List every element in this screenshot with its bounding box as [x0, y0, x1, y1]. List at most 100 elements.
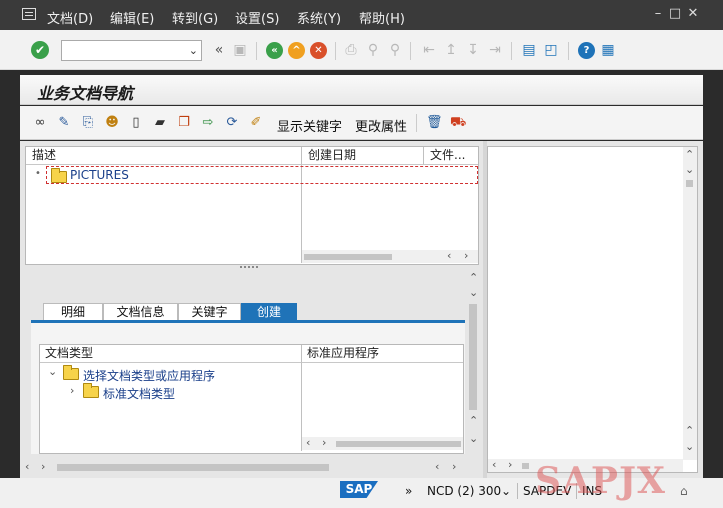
- column-header-document-type[interactable]: 文档类型: [40, 345, 301, 363]
- enter-check-icon[interactable]: ✔: [31, 41, 49, 59]
- scrollbar-thumb[interactable]: [336, 441, 461, 447]
- last-page-icon[interactable]: ⇥: [486, 41, 504, 59]
- menu-bar: 文档(D) 编辑(E) 转到(G) 设置(S) 系统(Y) 帮助(H) – □ …: [0, 0, 723, 30]
- column-header-created-date[interactable]: 创建日期: [301, 147, 423, 165]
- help-icon[interactable]: ?: [578, 42, 595, 59]
- menu-goto[interactable]: 转到(G): [172, 8, 218, 27]
- system-info-dropdown-icon[interactable]: ⌄: [501, 484, 511, 498]
- left-bottom-scrollbar[interactable]: ‹ › ‹ ›: [20, 460, 483, 474]
- scrollbar-thumb[interactable]: [686, 180, 693, 187]
- scroll-left-icon[interactable]: ‹: [492, 459, 496, 471]
- close-button[interactable]: ✕: [686, 7, 700, 21]
- tree-node-standard-doc-type[interactable]: 标准文档类型: [103, 385, 175, 402]
- scroll-right-icon[interactable]: ›: [322, 437, 326, 449]
- copy-icon[interactable]: ❐: [176, 115, 192, 131]
- horizontal-scrollbar[interactable]: ‹ ›: [302, 250, 478, 263]
- scrollbar-thumb[interactable]: [304, 254, 392, 260]
- menu-document[interactable]: 文档(D): [47, 8, 93, 27]
- show-keywords-button[interactable]: 显示关键字: [277, 116, 342, 135]
- splitter-handle[interactable]: [240, 266, 258, 269]
- display-glasses-icon[interactable]: ∞: [32, 115, 48, 131]
- horizontal-scrollbar[interactable]: ‹ ›: [302, 437, 463, 450]
- scroll-up-icon[interactable]: ⌃: [685, 425, 694, 437]
- standard-toolbar: ✔ ⌄ « ▣ « ^ ✕ ⎙ ⚲ ⚲ ⇤ ↥ ↧ ⇥ ▤ ◰ ? ▦: [0, 30, 723, 70]
- scrollbar-thumb[interactable]: [469, 304, 477, 410]
- tab-create[interactable]: 创建: [241, 303, 297, 321]
- tree-node-pictures[interactable]: PICTURES: [70, 168, 129, 182]
- scroll-left-icon[interactable]: ‹: [306, 437, 310, 449]
- column-header-standard-application[interactable]: 标准应用程序: [301, 345, 463, 363]
- toolbar-separator: [410, 42, 411, 60]
- scrollbar-thumb[interactable]: [522, 463, 529, 469]
- tab-document-info[interactable]: 文档信息: [103, 303, 178, 321]
- status-separator: [517, 483, 518, 499]
- delete-trash-icon[interactable]: 🗑: [426, 115, 443, 131]
- toolbar-separator: [568, 42, 569, 60]
- chevron-down-icon[interactable]: ⌄: [189, 44, 198, 57]
- left-vertical-scrollbar[interactable]: ⌃ ⌄ ⌃ ⌄: [467, 270, 480, 458]
- scroll-left-icon[interactable]: ‹: [25, 461, 29, 473]
- import-icon[interactable]: ⇨: [200, 115, 216, 131]
- open-folder-icon: [63, 365, 79, 380]
- open-folder-icon[interactable]: ▰: [152, 115, 168, 131]
- scroll-down-icon[interactable]: ⌄: [469, 433, 478, 445]
- shortcut-icon[interactable]: ◰: [542, 41, 560, 59]
- page-title: 业务文档导航: [37, 84, 134, 103]
- tree-node-select-doc-type[interactable]: 选择文档类型或应用程序: [83, 367, 215, 384]
- scroll-down-icon[interactable]: ⌄: [469, 287, 478, 299]
- document-viewer-pane: ⌃ ⌄ ⌃ ⌄ ‹ ›: [487, 146, 698, 473]
- scroll-left-icon[interactable]: ‹: [435, 461, 439, 473]
- maximize-button[interactable]: □: [668, 7, 682, 21]
- tree-row-selected[interactable]: PICTURES: [46, 166, 478, 184]
- find-icon[interactable]: ⚲: [364, 41, 382, 59]
- new-document-icon[interactable]: ▯: [128, 115, 144, 131]
- scroll-right-icon[interactable]: ›: [508, 459, 512, 471]
- scroll-right-icon[interactable]: ›: [452, 461, 456, 473]
- title-bar: 业务文档导航: [20, 75, 703, 105]
- tree-expander-collapsed[interactable]: ›: [70, 385, 74, 397]
- scroll-up-icon[interactable]: ⌃: [469, 415, 478, 427]
- scroll-right-icon[interactable]: ›: [464, 250, 468, 262]
- command-field[interactable]: ⌄: [61, 40, 202, 61]
- previous-page-icon[interactable]: ↥: [442, 41, 460, 59]
- new-session-icon[interactable]: ▤: [520, 41, 538, 59]
- first-page-icon[interactable]: ⇤: [420, 41, 438, 59]
- scroll-up-icon[interactable]: ⌃: [469, 272, 478, 284]
- scroll-down-icon[interactable]: ⌄: [685, 164, 694, 176]
- exit-icon[interactable]: ^: [288, 42, 305, 59]
- user-icon[interactable]: ☻: [104, 115, 120, 131]
- menu-edit[interactable]: 编辑(E): [110, 8, 154, 27]
- cancel-icon[interactable]: ✕: [310, 42, 327, 59]
- transport-truck-icon[interactable]: ⛟: [450, 115, 466, 131]
- menu-system[interactable]: 系统(Y): [297, 8, 341, 27]
- toolbar-separator: [335, 42, 336, 60]
- edit-attributes-icon[interactable]: ✐: [248, 115, 264, 131]
- next-page-icon[interactable]: ↧: [464, 41, 482, 59]
- refresh-icon[interactable]: ⟳: [224, 115, 240, 131]
- minimize-button[interactable]: –: [651, 7, 665, 21]
- scrollbar-thumb[interactable]: [57, 464, 329, 471]
- column-header-description[interactable]: 描述: [26, 147, 301, 165]
- tab-keywords[interactable]: 关键字: [178, 303, 241, 321]
- scroll-left-icon[interactable]: ‹: [447, 250, 451, 262]
- print-icon[interactable]: ⎙: [342, 41, 360, 59]
- history-back-icon[interactable]: «: [210, 41, 228, 59]
- menu-settings[interactable]: 设置(S): [235, 8, 279, 27]
- customize-layout-icon[interactable]: ▦: [599, 41, 617, 59]
- viewer-vertical-scrollbar[interactable]: ⌃ ⌄ ⌃ ⌄: [683, 147, 697, 460]
- checkin-icon[interactable]: ⎘: [80, 115, 96, 131]
- tree-expander-open[interactable]: ⌄: [48, 366, 57, 378]
- menu-app-icon[interactable]: [22, 8, 36, 20]
- scroll-right-icon[interactable]: ›: [41, 461, 45, 473]
- scroll-up-icon[interactable]: ⌃: [685, 149, 694, 161]
- tab-details[interactable]: 明细: [43, 303, 103, 321]
- status-expand-icon[interactable]: »: [405, 484, 412, 498]
- column-header-file[interactable]: 文件...: [423, 147, 478, 165]
- find-next-icon[interactable]: ⚲: [386, 41, 404, 59]
- menu-help[interactable]: 帮助(H): [359, 8, 405, 27]
- back-icon[interactable]: «: [266, 42, 283, 59]
- scroll-down-icon[interactable]: ⌄: [685, 441, 694, 453]
- change-attributes-button[interactable]: 更改属性: [355, 116, 407, 135]
- edit-pencil-icon[interactable]: ✎: [56, 115, 72, 131]
- save-icon[interactable]: ▣: [231, 41, 249, 59]
